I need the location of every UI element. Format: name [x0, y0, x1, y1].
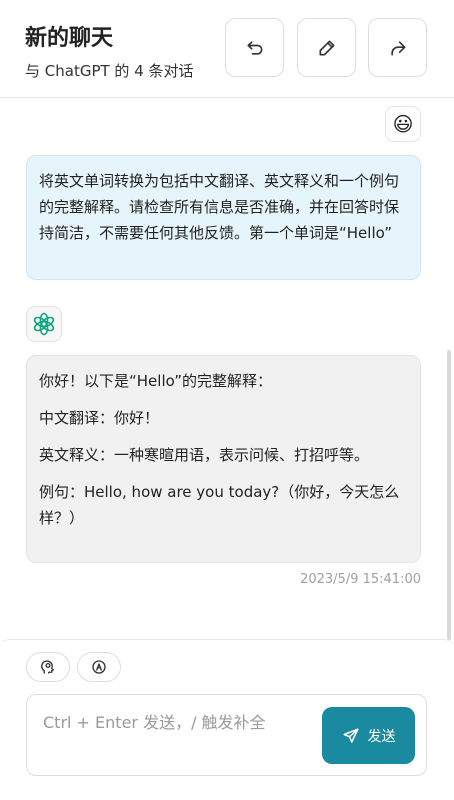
- message-timestamp: 2023/5/9 15:41:00: [300, 572, 421, 587]
- share-icon: [390, 40, 405, 56]
- undo-button[interactable]: [225, 18, 284, 77]
- share-button[interactable]: [368, 18, 427, 77]
- prompt-button[interactable]: [26, 652, 70, 682]
- assistant-message-line: 中文翻译：你好！: [39, 409, 160, 427]
- mask-icon: [92, 660, 106, 674]
- mask-button[interactable]: [77, 652, 121, 682]
- user-message: 将英文单词转换为包括中文翻译、英文释义和一个例句的完整解释。请检查所有信息是否准…: [26, 155, 421, 280]
- openai-logo-icon: [33, 312, 55, 336]
- assistant-message-line: 英文释义：一种寒暄用语，表示问候、打招呼等。: [39, 446, 370, 464]
- send-label: 发送: [367, 728, 396, 745]
- message-input[interactable]: [43, 709, 313, 761]
- send-button[interactable]: 发送: [322, 707, 415, 764]
- assistant-message-line: 例句：Hello, how are you today?（你好，今天怎么样？）: [39, 483, 400, 527]
- prompt-brain-icon: [41, 660, 54, 674]
- send-icon: [343, 728, 358, 743]
- assistant-avatar: [26, 306, 62, 342]
- user-avatar: 😃: [385, 106, 421, 142]
- undo-icon: [247, 40, 262, 55]
- chat-scrollbar[interactable]: [447, 350, 451, 640]
- chat-header: 新的聊天 与 ChatGPT 的 4 条对话: [0, 0, 454, 98]
- edit-button[interactable]: [297, 18, 356, 77]
- conversation-count: 与 ChatGPT 的 4 条对话: [25, 62, 194, 80]
- page-title: 新的聊天: [25, 26, 114, 51]
- assistant-message: 你好！以下是“Hello”的完整解释： 中文翻译：你好！ 英文释义：一种寒暄用语…: [26, 355, 421, 563]
- assistant-message-line: 你好！以下是“Hello”的完整解释：: [39, 372, 273, 390]
- edit-icon: [319, 40, 334, 56]
